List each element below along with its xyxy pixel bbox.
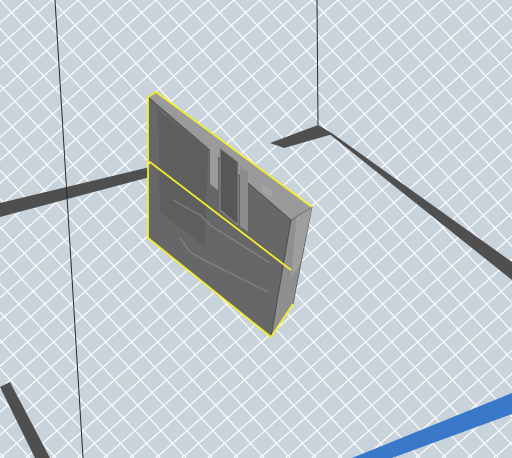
scene-canvas[interactable] xyxy=(0,0,512,458)
build-plate-viewport[interactable] xyxy=(0,0,512,458)
